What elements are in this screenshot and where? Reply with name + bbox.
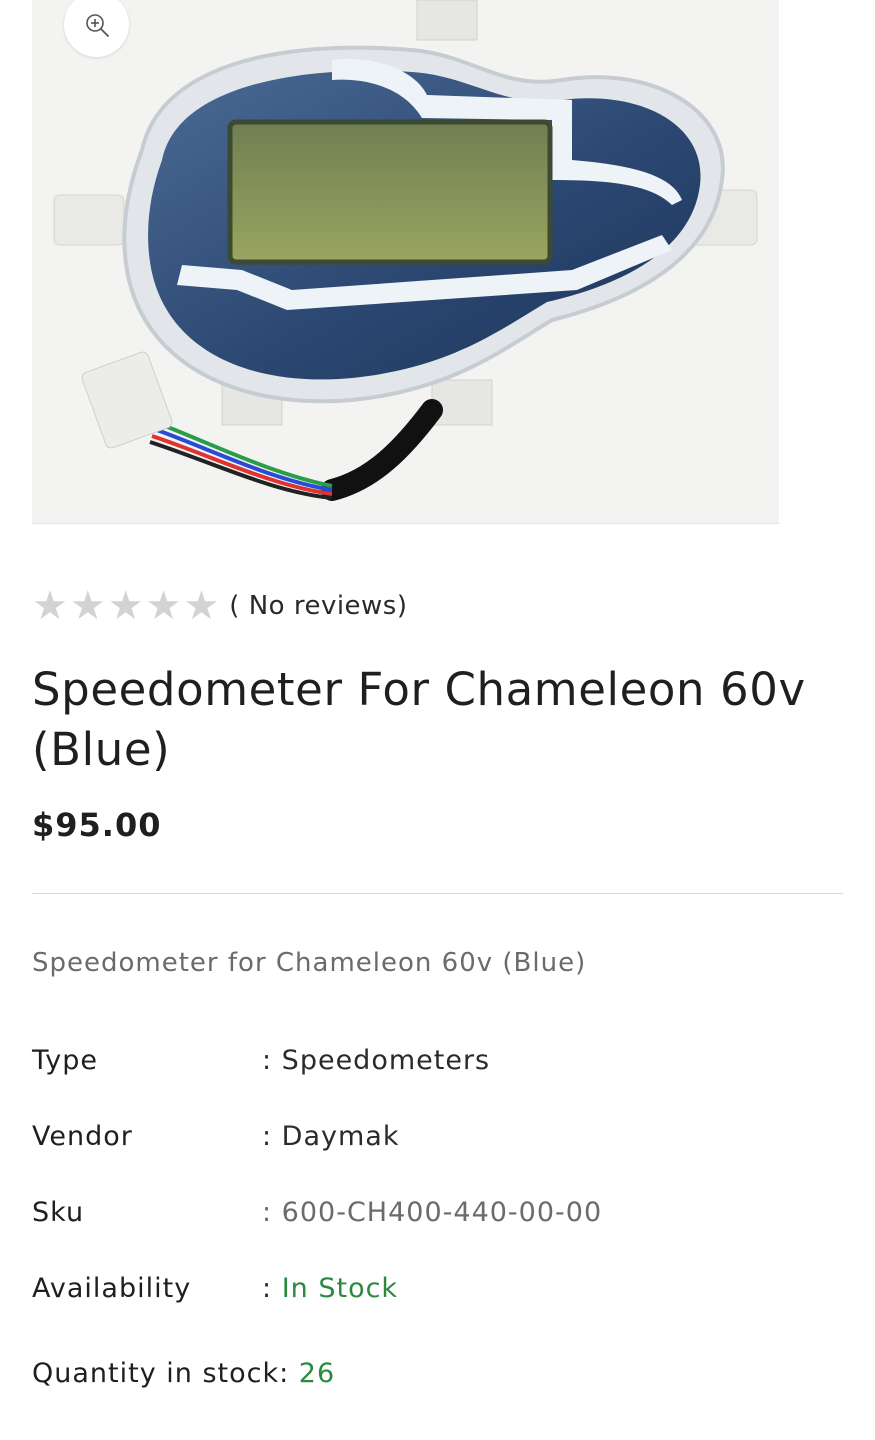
star-rating: ★ ★ ★ ★ ★: [32, 586, 219, 626]
product-price: $95.00: [32, 806, 162, 844]
star-empty-icon: ★: [69, 583, 106, 629]
star-empty-icon: ★: [183, 583, 220, 629]
spec-value: : Daymak: [262, 1121, 400, 1152]
spec-label: Vendor: [32, 1121, 133, 1152]
divider: [32, 893, 843, 894]
product-title: Speedometer For Chameleon 60v (Blue): [32, 663, 806, 776]
star-empty-icon: ★: [32, 583, 68, 629]
spec-availability: Availability : In Stock: [32, 1273, 398, 1304]
spec-value: : 600-CH400-440-00-00: [262, 1197, 603, 1228]
reviews-count[interactable]: ( No reviews): [229, 591, 407, 621]
product-rating[interactable]: ★ ★ ★ ★ ★ ( No reviews): [32, 586, 408, 626]
star-empty-icon: ★: [107, 583, 144, 629]
product-description: Speedometer for Chameleon 60v (Blue): [32, 948, 587, 978]
quantity-label: Quantity in stock:: [32, 1358, 299, 1389]
availability-separator: :: [262, 1273, 282, 1304]
spec-type: Type : Speedometers: [32, 1045, 490, 1076]
spec-value: : Speedometers: [262, 1045, 491, 1076]
spec-vendor: Vendor : Daymak: [32, 1121, 399, 1152]
quantity-in-stock: Quantity in stock: 26: [32, 1358, 335, 1389]
speedometer-illustration: [32, 0, 779, 523]
spec-label: Availability: [32, 1273, 192, 1304]
zoom-in-icon: [85, 13, 109, 37]
star-empty-icon: ★: [145, 583, 182, 629]
availability-value-wrap: : In Stock: [262, 1273, 398, 1304]
product-image[interactable]: [32, 0, 779, 524]
spec-label: Type: [32, 1045, 99, 1076]
availability-status: In Stock: [281, 1273, 399, 1304]
quantity-value: 26: [298, 1358, 336, 1389]
spec-sku: Sku : 600-CH400-440-00-00: [32, 1197, 602, 1228]
spec-label: Sku: [32, 1197, 85, 1228]
